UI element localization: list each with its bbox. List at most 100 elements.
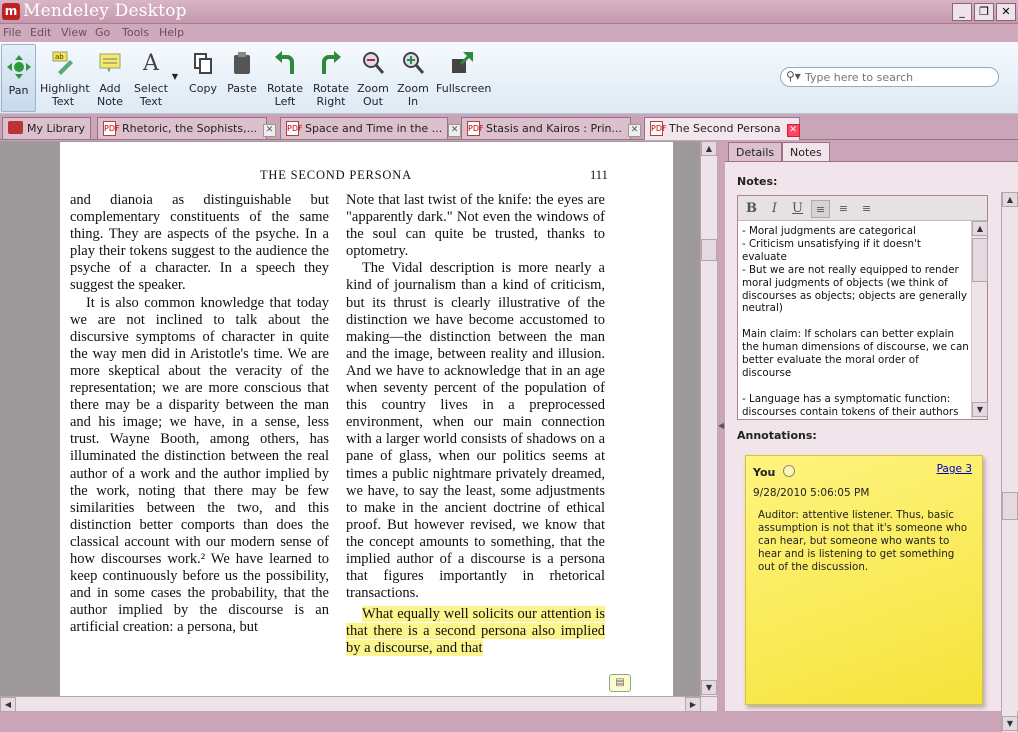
text-column-right[interactable]: Note that last twist of the knife: the e…: [346, 192, 605, 658]
align-right-icon[interactable]: ≡: [857, 200, 876, 218]
scroll-thumb[interactable]: [972, 238, 988, 282]
search-input[interactable]: [805, 70, 990, 85]
copy-button[interactable]: Copy: [188, 50, 218, 95]
paragraph[interactable]: Note that last twist of the knife: the e…: [346, 192, 605, 260]
zoom-in-icon: [399, 50, 427, 78]
pdf-icon: PDF: [467, 121, 484, 136]
notes-scrollbar[interactable]: ▲ ▼: [971, 221, 988, 419]
tab-label: The Second Persona: [669, 122, 781, 135]
pdf-page[interactable]: THE SECOND PERSONA 111 and dianoia as di…: [60, 142, 673, 696]
underline-button[interactable]: U: [788, 200, 807, 218]
fullscreen-button[interactable]: Fullscreen: [436, 50, 492, 95]
rotate-right-button[interactable]: Rotate Right: [312, 50, 350, 108]
tab-close-icon[interactable]: ✕: [448, 124, 462, 137]
tab-close-icon[interactable]: ✕: [627, 124, 641, 137]
align-center-icon[interactable]: ≡: [834, 200, 853, 218]
collapse-arrow-icon[interactable]: ◀: [718, 421, 724, 430]
tab-space-and-time[interactable]: PDF Space and Time in the ... ✕: [280, 117, 462, 139]
select-dropdown-icon[interactable]: ▼: [170, 70, 180, 83]
zoom-out-label-2: Out: [363, 95, 383, 108]
scroll-thumb[interactable]: [1002, 492, 1018, 520]
sticky-note-icon[interactable]: ▤: [609, 674, 631, 692]
rotate-left-label-1: Rotate: [266, 82, 303, 95]
menu-view[interactable]: View: [61, 26, 87, 39]
library-icon: [8, 121, 23, 134]
highlight-label-1: Highlight: [40, 82, 90, 95]
menu-tools[interactable]: Tools: [122, 26, 149, 39]
tab-the-second-persona[interactable]: PDF The Second Persona ✕: [644, 117, 800, 140]
fullscreen-label: Fullscreen: [436, 82, 492, 95]
pdf-icon: PDF: [650, 121, 667, 136]
paragraph[interactable]: It is also common knowledge that today w…: [70, 295, 329, 637]
paragraph[interactable]: and dianoia as distinguishable but compl…: [70, 192, 329, 295]
document-vertical-scrollbar[interactable]: ▲ ▼: [700, 141, 717, 696]
pan-button[interactable]: Pan: [1, 44, 36, 112]
page-running-header: THE SECOND PERSONA: [260, 168, 412, 182]
menu-go[interactable]: Go: [95, 26, 110, 39]
panel-scrollbar[interactable]: ▲ ▼: [1001, 192, 1018, 732]
toolbar: Pan ab Highlight Text Add Note A Select Tex…: [0, 42, 1018, 114]
annotation-sticky-note[interactable]: You Page 3 9/28/2010 5:06:05 PM Auditor:…: [745, 455, 983, 705]
search-box[interactable]: ⚲▾: [780, 67, 999, 87]
paste-button[interactable]: Paste: [226, 50, 258, 95]
tab-notes[interactable]: Notes: [782, 142, 830, 161]
zoom-out-button[interactable]: Zoom Out: [356, 50, 390, 108]
bold-button[interactable]: B: [742, 200, 761, 218]
rotate-left-button[interactable]: Rotate Left: [266, 50, 304, 108]
zoom-out-icon: [359, 50, 387, 78]
align-left-icon[interactable]: ≡: [811, 200, 830, 218]
scroll-right-icon[interactable]: ▶: [685, 697, 701, 712]
details-panel: Details Notes Notes: B I U ≡ ≡ ≡ - Moral…: [725, 140, 1018, 732]
scroll-up-icon[interactable]: ▲: [1002, 192, 1018, 207]
annotation-text[interactable]: Auditor: attentive listener. Thus, basic…: [758, 509, 973, 574]
scroll-thumb[interactable]: [701, 239, 717, 261]
title-bar: m Mendeley Desktop _ ❐ ✕: [0, 0, 1018, 24]
document-horizontal-scrollbar[interactable]: ◀ ▶: [0, 696, 717, 712]
scroll-down-icon[interactable]: ▼: [972, 402, 988, 417]
tab-stasis-and-kairos[interactable]: PDF Stasis and Kairos : Prin... ✕: [461, 117, 641, 139]
scroll-up-icon[interactable]: ▲: [972, 221, 988, 236]
notes-text[interactable]: - Moral judgments are categorical - Crit…: [742, 225, 969, 417]
scroll-down-icon[interactable]: ▼: [701, 680, 717, 695]
tab-my-library[interactable]: My Library: [2, 117, 91, 139]
zoom-in-label-2: In: [407, 95, 419, 108]
paragraph[interactable]: The Vidal description is more nearly a k…: [346, 260, 605, 602]
zoom-in-button[interactable]: Zoom In: [396, 50, 430, 108]
scroll-down-icon[interactable]: ▼: [1002, 716, 1018, 731]
tab-rhetoric[interactable]: PDF Rhetoric, the Sophists,... ✕: [97, 117, 277, 139]
notes-editor[interactable]: B I U ≡ ≡ ≡ - Moral judgments are catego…: [737, 195, 988, 420]
page-number: 111: [590, 168, 608, 182]
tab-details[interactable]: Details: [728, 142, 783, 161]
highlighted-text[interactable]: What equally well solicits our attention…: [346, 606, 605, 657]
minimize-button[interactable]: _: [952, 3, 972, 21]
restore-button[interactable]: ❐: [974, 3, 994, 21]
annotation-timestamp: 9/28/2010 5:06:05 PM: [753, 487, 870, 499]
paste-label: Paste: [227, 82, 257, 95]
rotate-right-label-1: Rotate: [312, 82, 349, 95]
select-text-button[interactable]: A Select Text: [134, 50, 168, 108]
tab-close-icon[interactable]: ✕: [263, 124, 277, 137]
italic-button[interactable]: I: [765, 200, 784, 218]
tab-label: Stasis and Kairos : Prin...: [486, 122, 622, 135]
window-title: Mendeley Desktop: [23, 1, 187, 21]
format-toolbar: B I U ≡ ≡ ≡: [738, 196, 987, 221]
menu-file[interactable]: File: [3, 26, 21, 39]
menu-edit[interactable]: Edit: [30, 26, 51, 39]
tab-close-icon[interactable]: ✕: [786, 124, 800, 137]
panel-splitter[interactable]: ◀: [717, 141, 725, 711]
text-column-left[interactable]: and dianoia as distinguishable but compl…: [70, 192, 329, 636]
mendeley-logo-icon: m: [2, 3, 20, 20]
highlight-text-button[interactable]: ab Highlight Text: [40, 50, 90, 108]
fullscreen-icon: [448, 50, 476, 78]
scroll-left-icon[interactable]: ◀: [0, 697, 16, 712]
rotate-right-icon: [317, 50, 345, 78]
zoom-out-label-1: Zoom: [357, 82, 389, 95]
page-link[interactable]: Page 3: [937, 463, 972, 475]
pan-icon: [6, 54, 32, 80]
status-circle-icon[interactable]: [783, 465, 795, 477]
close-button[interactable]: ✕: [996, 3, 1016, 21]
add-note-button[interactable]: Add Note: [94, 50, 126, 108]
scroll-up-icon[interactable]: ▲: [701, 141, 717, 156]
pan-label: Pan: [8, 84, 29, 97]
menu-help[interactable]: Help: [159, 26, 184, 39]
